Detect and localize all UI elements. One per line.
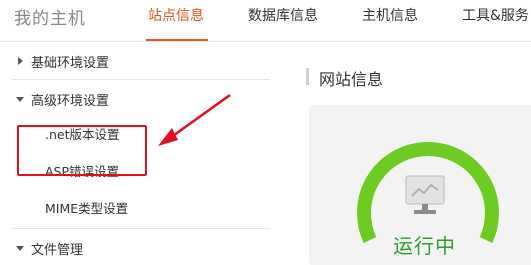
tab-site-info[interactable]: 站点信息 [148,5,204,25]
caret-right-icon [18,57,23,65]
sidebar-item-label: 基础环境设置 [31,56,110,71]
caret-down-icon [16,246,24,251]
sidebar-item-label: 高级环境设置 [31,94,110,109]
brand-title: 我的主机 [14,9,86,29]
sidebar-subitem-label: MIME类型设置 [45,201,129,216]
sidebar-item-advanced-env[interactable]: 高级环境设置 [0,80,270,116]
tab-database-info[interactable]: 数据库信息 [248,5,318,25]
monitor-icon [405,175,445,214]
sidebar-subitem-mime-type[interactable]: MIME类型设置 [0,189,270,223]
caret-down-icon [16,97,24,102]
main-content: 网站信息 运行中 [292,42,531,265]
tab-host-info[interactable]: 主机信息 [362,5,418,25]
status-label: 运行中 [393,234,456,258]
sidebar-item-basic-env[interactable]: 基础环境设置 [0,42,270,78]
sidebar-item-file-management[interactable]: 文件管理 [0,229,270,265]
status-gauge [357,142,499,243]
tab-tools-services[interactable]: 工具&服务 [462,5,529,25]
annotation-highlight-box [17,125,147,176]
top-navigation: 我的主机 站点信息 数据库信息 主机信息 工具&服务 [0,0,531,42]
active-tab-indicator [146,39,208,41]
sidebar-item-label: 文件管理 [31,243,84,258]
